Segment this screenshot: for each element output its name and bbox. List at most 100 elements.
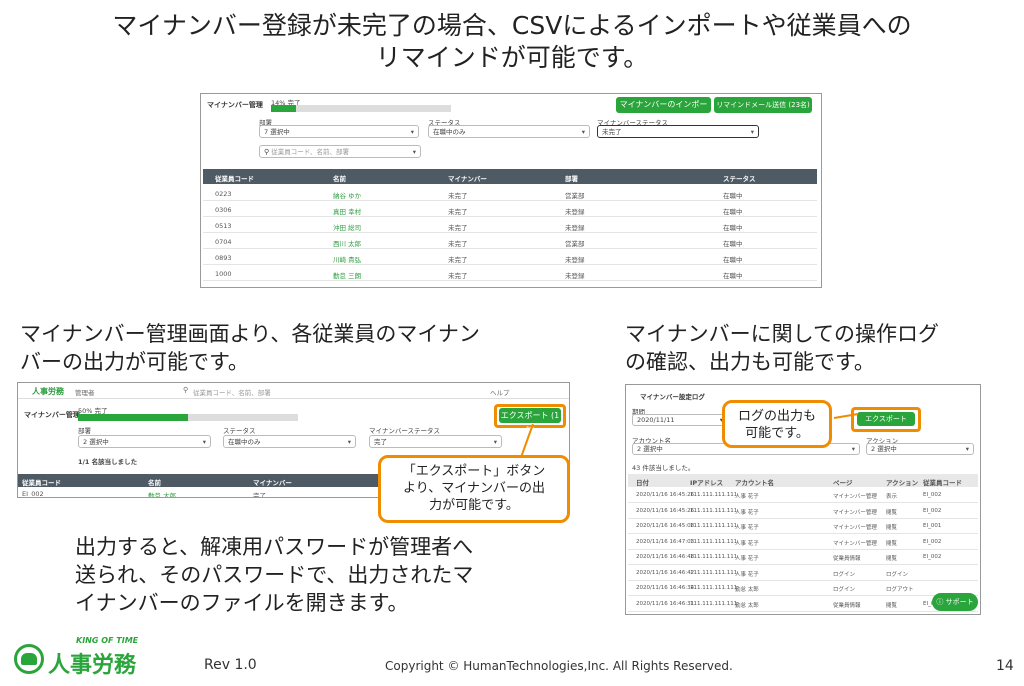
remind-mail-button[interactable]: リマインドメール送信 (23名) <box>714 97 812 113</box>
table-row[interactable]: 0306 真田 幸村 未完了 未登録 在職中 <box>203 201 817 217</box>
header-search-input[interactable]: 従業員コード、名前、部署 <box>193 387 271 397</box>
dept-select-value: 7 選択中 <box>264 128 290 136</box>
cell-name[interactable]: 川崎 貴弘 <box>333 254 361 264</box>
header-search-icon: ⚲ <box>183 386 189 394</box>
support-label: サポート <box>945 598 974 606</box>
cell-action: 閲覧 <box>886 556 898 562</box>
col-code: 従業員コード <box>215 175 254 183</box>
status-select[interactable]: 在職中のみ <box>223 435 356 448</box>
cell-ip: 111.111.111.111 <box>690 523 738 529</box>
support-button[interactable]: ⓘ サポート <box>932 593 978 611</box>
help-link[interactable]: ヘルプ <box>490 387 510 397</box>
page-title: マイナンバー管理 <box>207 101 263 109</box>
col-name: 名前 <box>148 479 161 487</box>
footer-rev: Rev 1.0 <box>204 657 257 673</box>
log-row[interactable]: 2020/11/16 16:46:42 111.111.111.111 人事 花子 ロ… <box>628 566 978 581</box>
cell-account: 勤怠 太郎 <box>735 602 759 609</box>
cell-name[interactable]: 納谷 ゆか <box>333 190 361 200</box>
log-row[interactable]: 2020/11/16 16:45:08 111.111.111.111 人事 花子 マ… <box>628 519 978 534</box>
action-select[interactable]: 2 選択中 <box>866 443 974 455</box>
cell-page: マイナンバー管理 <box>833 494 877 500</box>
cell-date: 2020/11/16 16:45:08 <box>636 523 695 529</box>
caption-bottom-line1: 出力すると、解凍用パスワードが管理者へ <box>75 535 474 559</box>
mn-status-select-value: 完了 <box>374 438 387 446</box>
search-input[interactable]: ⚲ 従業員コード、名前、部署 <box>259 145 421 158</box>
cell-name[interactable]: 沖田 総司 <box>333 222 361 232</box>
cell-name[interactable]: 勤怠 太郎 <box>148 490 176 497</box>
log-row[interactable]: 2020/11/16 16:45:26 111.111.111.111 人事 花子 マ… <box>628 488 978 503</box>
page-title: マイナンバー設定ログ <box>640 393 705 401</box>
cell-status: 在職中 <box>723 192 743 200</box>
dept-select[interactable]: 2 選択中 <box>78 435 211 448</box>
cell-name[interactable]: 真田 幸村 <box>333 206 361 216</box>
mn-status-label: マイナンバーステータス <box>369 427 441 435</box>
cell-name[interactable]: 西川 太郎 <box>333 238 361 248</box>
cell-code: 0704 <box>215 238 232 246</box>
table-row[interactable]: 0223 納谷 ゆか 未完了 営業部 在職中 <box>203 185 817 201</box>
result-count: 1/1 名該当しました <box>78 458 138 466</box>
cell-dept: 営業部 <box>565 240 585 248</box>
export-button[interactable]: エクスポート <box>857 412 915 426</box>
cell-dept: 未登録 <box>565 224 585 232</box>
cell-account: 人事 花子 <box>735 571 759 578</box>
callout-log: ログの出力も 可能です。 <box>722 400 832 448</box>
cell-emp-code: EI_002 <box>923 554 942 560</box>
log-row[interactable]: 2020/11/16 16:46:34 111.111.111.111 勤怠 太郎 ロ… <box>628 581 978 596</box>
dept-label: 部署 <box>78 427 91 435</box>
mn-status-select[interactable]: 未完了 <box>597 125 759 138</box>
col-date: 日付 <box>636 479 649 487</box>
cell-page: ログイン <box>833 587 856 593</box>
caption-bottom-line3: イナンバーのファイルを開きます。 <box>75 591 409 615</box>
dept-select[interactable]: 7 選択中 <box>259 125 419 138</box>
log-row[interactable]: 2020/11/16 16:46:48 111.111.111.111 人事 花子 従… <box>628 550 978 565</box>
table-row[interactable]: 1000 勤怠 三朗 未完了 未登録 在職中 <box>203 265 817 281</box>
footer-copyright: Copyright © HumanTechnologies,Inc. All R… <box>385 659 733 673</box>
date-input[interactable]: 2020/11/11 <box>632 414 728 426</box>
cell-status: 在職中 <box>723 208 743 216</box>
callout-export-line2: より、マイナンバーの出 <box>403 481 545 496</box>
caption-left: マイナンバー管理画面より、各従業員のマイナン バーの出力が可能です。 <box>20 320 480 376</box>
cell-page: ログイン <box>833 571 856 578</box>
cell-ip: 111.111.111.111 <box>690 600 738 607</box>
cell-ip: 111.111.111.111 <box>690 569 738 576</box>
table-row[interactable]: 0893 川崎 貴弘 未完了 未登録 在職中 <box>203 249 817 265</box>
cell-account: 人事 花子 <box>735 494 759 500</box>
slide-title-line1: マイナンバー登録が未完了の場合、CSVによるインポートや従業員への <box>112 11 912 40</box>
caption-bottom-line2: 送られ、そのパスワードで、出力されたマ <box>75 563 474 587</box>
cell-date: 2020/11/16 16:45:26 <box>636 507 695 514</box>
col-mynumber: マイナンバー <box>253 479 292 487</box>
status-label: ステータス <box>223 427 256 435</box>
callout-log-line2: 可能です。 <box>745 426 809 441</box>
cell-code: 0223 <box>215 190 232 198</box>
caption-right-line2: の確認、出力も可能です。 <box>625 350 875 374</box>
search-placeholder: 従業員コード、名前、部署 <box>271 148 349 156</box>
col-status: ステータス <box>723 175 756 183</box>
col-account: アカウント名 <box>735 479 774 487</box>
callout-export-line1: 「エクスポート」ボタン <box>402 464 546 479</box>
log-row[interactable]: 2020/11/16 16:45:26 111.111.111.111 人事 花子 マ… <box>628 504 978 519</box>
import-button[interactable]: マイナンバーのインポート <box>616 97 711 125</box>
cell-name[interactable]: 勤怠 三朗 <box>333 270 361 280</box>
cell-ip: 111.111.111.111 <box>690 507 738 514</box>
cell-action: ログアウト <box>886 587 914 593</box>
log-row[interactable]: 2020/11/16 16:47:03 111.111.111.111 人事 花子 マ… <box>628 535 978 550</box>
slide-title-line2: リマインドが可能です。 <box>375 43 649 72</box>
result-count: 43 件該当しました。 <box>632 464 695 472</box>
cell-account: 人事 花子 <box>735 540 759 547</box>
callout-export-line3: 力が可能です。 <box>429 498 519 513</box>
cell-account: 勤怠 太郎 <box>735 587 759 593</box>
cell-action: 閲覧 <box>886 509 898 516</box>
dept-select-value: 2 選択中 <box>83 438 109 446</box>
mn-status-select[interactable]: 完了 <box>369 435 502 448</box>
cell-mynumber: 未完了 <box>448 224 468 232</box>
table-row[interactable]: 0513 沖田 総司 未完了 未登録 在職中 <box>203 217 817 233</box>
cell-dept: 未登録 <box>565 256 585 264</box>
callout-log-line1: ログの出力も <box>737 409 816 424</box>
cell-dept: 営業部 <box>565 192 585 200</box>
log-row[interactable]: 2020/11/16 16:46:31 111.111.111.111 勤怠 太郎 従… <box>628 597 978 612</box>
cell-code: EI_002 <box>22 490 44 498</box>
account-select-value: 2 選択中 <box>637 445 663 453</box>
table-row[interactable]: 0704 西川 太郎 未完了 営業部 在職中 <box>203 233 817 249</box>
role-menu[interactable]: 管理者 <box>75 387 95 397</box>
status-select[interactable]: 在職中のみ <box>428 125 590 138</box>
